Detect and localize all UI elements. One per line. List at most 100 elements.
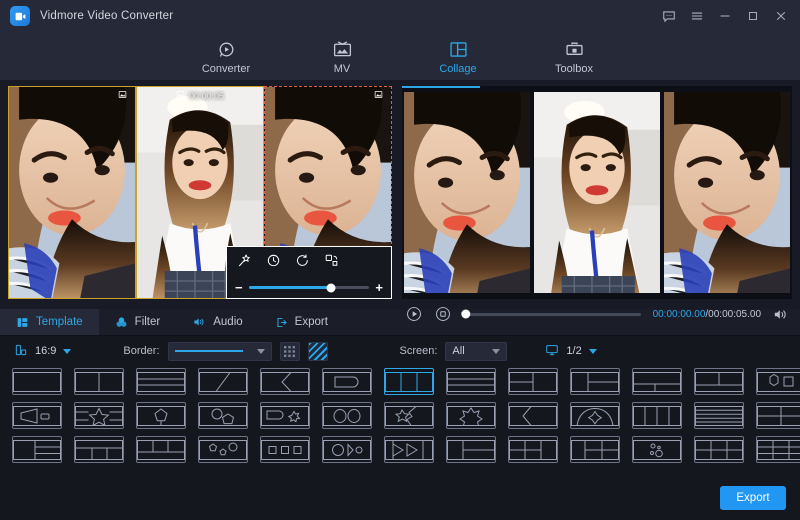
chevron-down-icon[interactable] [257, 349, 265, 354]
clip-mini-toolbar: − + [226, 246, 392, 299]
tpl-quad-grid[interactable] [756, 402, 800, 429]
zoom-slider-knob[interactable] [326, 283, 335, 292]
tpl-quad-plus-right[interactable] [508, 436, 558, 463]
converter-icon [216, 39, 237, 60]
preview-cell-1 [404, 92, 530, 293]
audio-icon [192, 315, 206, 329]
tpl-3-columns[interactable] [384, 368, 434, 395]
bottom-panel: Template Filter [0, 309, 800, 520]
total-time: 00:00:05.00 [708, 309, 761, 320]
tpl-megaphone[interactable] [12, 402, 62, 429]
tpl-6-grid[interactable] [694, 436, 744, 463]
page-selector[interactable]: 1/2 [545, 343, 596, 360]
border-style-select[interactable] [168, 342, 272, 361]
rotate-icon[interactable] [295, 253, 310, 268]
subtab-template[interactable]: Template [0, 309, 99, 335]
tpl-left-arrow-notch[interactable] [508, 402, 558, 429]
tpl-2-columns[interactable] [74, 368, 124, 395]
tpl-single[interactable] [12, 368, 62, 395]
subtab-audio-label: Audio [213, 316, 242, 328]
tpl-three-squares[interactable] [260, 436, 310, 463]
tpl-arch-diamond[interactable] [570, 402, 620, 429]
nav-tab-converter[interactable]: Converter [186, 37, 266, 75]
border-color-swatch-icon[interactable] [280, 342, 300, 361]
menu-icon[interactable] [684, 4, 710, 28]
tpl-9-grid[interactable] [756, 436, 800, 463]
export-button[interactable]: Export [720, 486, 786, 510]
tpl-puzzle-star[interactable] [384, 402, 434, 429]
tpl-three-shapes[interactable] [198, 436, 248, 463]
aspect-ratio-value: 16:9 [35, 345, 56, 357]
stripe-pattern-icon[interactable] [308, 342, 328, 361]
nav-tab-mv[interactable]: MV [302, 37, 382, 75]
collage-canvas[interactable]: 00:00:05 [8, 86, 392, 299]
tpl-3-rows[interactable] [446, 368, 496, 395]
tpl-4-columns[interactable] [632, 402, 682, 429]
seek-bar[interactable] [464, 313, 641, 316]
close-icon[interactable] [768, 4, 794, 28]
feedback-icon[interactable] [656, 4, 682, 28]
preview-3-image [664, 92, 790, 293]
tpl-flag-sun[interactable] [260, 402, 310, 429]
clock-trim-icon[interactable] [266, 253, 281, 268]
tpl-hexagon-square[interactable] [756, 368, 800, 395]
image-icon [374, 90, 383, 101]
zoom-out-icon[interactable]: − [235, 281, 243, 294]
tpl-pentagon[interactable] [136, 402, 186, 429]
window-controls [656, 4, 794, 28]
screen-label: Screen: [400, 345, 438, 357]
collage-cell-1[interactable] [8, 86, 136, 299]
tpl-top-bar-2-bottom[interactable] [632, 368, 682, 395]
preview-2-image [534, 92, 660, 293]
tpl-diagonal-split[interactable] [198, 368, 248, 395]
nav-tab-collage[interactable]: Collage [418, 37, 498, 75]
border-label: Border: [123, 345, 159, 357]
tpl-star-band[interactable] [74, 402, 124, 429]
main-nav: Converter MV Collage [0, 32, 800, 80]
volume-icon[interactable] [771, 305, 790, 324]
app-window: Vidmore Video Converter [0, 0, 800, 520]
tpl-left-big-right-2rows[interactable] [12, 436, 62, 463]
play-icon[interactable] [404, 305, 423, 324]
minimize-icon[interactable] [712, 4, 738, 28]
tpl-top-bar-3-bottom[interactable] [74, 436, 124, 463]
clip-zoom-slider[interactable]: − + [235, 281, 383, 294]
tpl-double-arrow[interactable] [384, 436, 434, 463]
magic-wand-icon[interactable] [237, 253, 252, 268]
crop-replace-icon[interactable] [324, 253, 339, 268]
tpl-left-big-2-right[interactable] [508, 368, 558, 395]
tpl-bottom-bar-2-top[interactable] [694, 368, 744, 395]
tpl-bubbles[interactable] [632, 436, 682, 463]
subtab-filter[interactable]: Filter [99, 309, 177, 335]
tpl-left-col-4-grid[interactable] [570, 436, 620, 463]
export-icon [275, 316, 288, 329]
subtab-audio[interactable]: Audio [176, 309, 258, 335]
tpl-arrow-notch[interactable] [260, 368, 310, 395]
tpl-rounded-frame[interactable] [322, 368, 372, 395]
subtab-filter-label: Filter [135, 316, 161, 328]
chevron-down-icon[interactable] [589, 349, 597, 354]
tpl-burst[interactable] [446, 402, 496, 429]
chevron-down-icon[interactable] [492, 349, 500, 354]
tpl-3-top-1-bottom[interactable] [136, 436, 186, 463]
aspect-ratio-control[interactable]: 16:9 [14, 343, 71, 360]
preview-cell-2 [534, 92, 660, 293]
zoom-slider-fill [249, 286, 331, 289]
nav-tab-toolbox[interactable]: Toolbox [534, 37, 614, 75]
tpl-circle-triangle-dot[interactable] [322, 436, 372, 463]
cell-2-badge-text: 00:00:05 [189, 91, 224, 101]
zoom-slider-track[interactable] [249, 286, 370, 289]
tpl-4-rows[interactable] [694, 402, 744, 429]
tpl-two-ovals[interactable] [322, 402, 372, 429]
tpl-two-circles-mix[interactable] [198, 402, 248, 429]
tpl-2-rows-bar[interactable] [136, 368, 186, 395]
zoom-in-icon[interactable]: + [375, 281, 383, 294]
chevron-down-icon[interactable] [63, 349, 71, 354]
tpl-left-col-2-stack[interactable] [446, 436, 496, 463]
subtab-export[interactable]: Export [259, 309, 344, 335]
maximize-icon[interactable] [740, 4, 766, 28]
screen-select[interactable]: All [445, 342, 507, 361]
stop-icon[interactable] [433, 305, 452, 324]
tpl-center-split-3[interactable] [570, 368, 620, 395]
seek-knob[interactable] [461, 310, 470, 319]
